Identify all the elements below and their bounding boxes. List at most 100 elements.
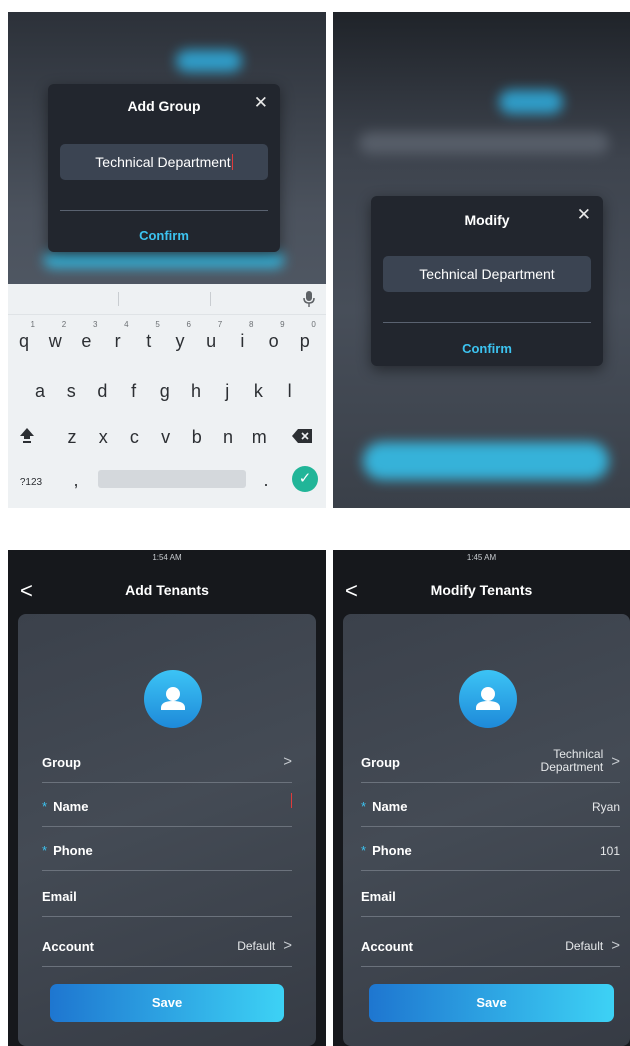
key-j[interactable]: j	[215, 380, 239, 402]
confirm-button[interactable]: Confirm	[48, 228, 280, 243]
name-row[interactable]: * Name Ryan	[361, 782, 620, 827]
chevron-right-icon: >	[283, 753, 292, 770]
page-title: Modify Tenants	[430, 582, 533, 598]
key-k[interactable]: k	[246, 380, 270, 402]
key-h[interactable]: h	[184, 380, 208, 402]
mic-icon[interactable]	[302, 290, 316, 308]
key-f[interactable]: f	[122, 380, 146, 402]
key-number-hint: 0	[311, 320, 316, 329]
name-row[interactable]: * Name	[42, 782, 292, 827]
key-number-hint: 9	[280, 320, 285, 329]
group-name-value: Technical Department	[95, 154, 231, 170]
group-value-line1: Technical	[553, 747, 604, 761]
key-p[interactable]: p0	[293, 321, 317, 352]
key-t[interactable]: t5	[137, 321, 161, 352]
delete-key[interactable]	[288, 426, 316, 448]
save-button[interactable]: Save	[369, 984, 614, 1022]
key-l[interactable]: l	[278, 380, 302, 402]
group-name-input[interactable]: Technical Department	[60, 144, 268, 180]
key-i[interactable]: i8	[230, 321, 254, 352]
group-label: Group	[361, 755, 400, 770]
dialog-divider	[383, 322, 591, 323]
close-icon[interactable]: ✕	[254, 94, 268, 111]
account-value-text: Default	[237, 939, 276, 953]
key-number-hint: 1	[30, 320, 35, 329]
required-asterisk: *	[42, 843, 48, 858]
key-w[interactable]: w2	[43, 321, 67, 352]
email-label: Email	[42, 889, 77, 904]
account-row[interactable]: Account Default >	[361, 922, 620, 967]
account-label: Account	[361, 939, 413, 954]
account-row[interactable]: Account Default >	[42, 922, 292, 967]
key-number-hint: 7	[217, 320, 223, 329]
key-s[interactable]: s	[59, 380, 83, 402]
suggestion-strip	[8, 284, 326, 315]
key-u[interactable]: u7	[199, 321, 223, 352]
phone-label: * Phone	[361, 843, 412, 858]
period-key[interactable]: .	[254, 469, 278, 491]
key-g[interactable]: g	[153, 380, 177, 402]
key-e[interactable]: e3	[74, 321, 98, 352]
text-caret	[231, 154, 233, 170]
chevron-right-icon: >	[611, 752, 620, 770]
key-number-hint: 8	[248, 320, 254, 329]
key-a[interactable]: a	[28, 380, 52, 402]
avatar-person-icon[interactable]	[144, 670, 202, 728]
required-asterisk: *	[361, 799, 367, 814]
key-n[interactable]: n	[216, 426, 240, 448]
key-c[interactable]: c	[122, 426, 146, 448]
phone-row[interactable]: * Phone 101	[361, 826, 620, 871]
required-asterisk: *	[361, 843, 367, 858]
key-x[interactable]: x	[91, 426, 115, 448]
add-tenants-screen: 1:54 AM < Add Tenants Group > * Name * Pho…	[8, 550, 326, 1046]
comma-key[interactable]: ,	[64, 469, 88, 491]
key-number-hint: 6	[186, 320, 191, 329]
close-icon[interactable]: ✕	[577, 206, 591, 223]
key-o[interactable]: o9	[262, 321, 286, 352]
group-row[interactable]: Group Technical Department >	[361, 738, 620, 783]
shift-key[interactable]	[14, 426, 40, 449]
tenant-form-card: Group > * Name * Phone Email Account Defau…	[18, 614, 316, 1046]
avatar-person-icon[interactable]	[459, 670, 517, 728]
account-value: Default >	[565, 937, 620, 954]
key-v[interactable]: v	[154, 426, 178, 448]
key-number-hint: 3	[92, 320, 98, 329]
onscreen-keyboard: q1w2e3 r4t5y6u7i8 o9p0 asdfghjkl zxcvbnm ?…	[8, 284, 326, 508]
phone-value: 101	[599, 844, 620, 858]
key-b[interactable]: b	[185, 426, 209, 448]
save-button[interactable]: Save	[50, 984, 284, 1022]
status-time: 1:54 AM	[152, 553, 182, 562]
dialog-divider	[60, 210, 268, 211]
blurred-tab-highlight	[176, 50, 242, 72]
key-m[interactable]: m	[247, 426, 271, 448]
add-group-dialog: Add Group ✕ Technical Department Confirm	[48, 84, 280, 252]
blurred-save-highlight	[44, 252, 284, 268]
key-y[interactable]: y6	[168, 321, 192, 352]
group-value-line2: Department	[540, 760, 604, 774]
phone-row[interactable]: * Phone	[42, 826, 292, 871]
symbols-key[interactable]: ?123	[14, 472, 48, 494]
text-caret	[291, 793, 292, 808]
group-name-input[interactable]: Technical Department	[383, 256, 591, 292]
key-z[interactable]: z	[60, 426, 84, 448]
email-row[interactable]: Email	[361, 872, 620, 917]
dialog-title: Add Group	[127, 98, 201, 114]
space-bar[interactable]	[98, 470, 246, 488]
group-value: >	[275, 753, 292, 770]
enter-check-icon[interactable]: ✓	[292, 466, 318, 492]
key-d[interactable]: d	[90, 380, 114, 402]
group-row[interactable]: Group >	[42, 738, 292, 783]
key-number-hint: 4	[124, 320, 129, 329]
key-q[interactable]: q1	[12, 321, 36, 352]
key-number-hint: 2	[61, 320, 67, 329]
name-label: * Name	[42, 799, 88, 814]
blurred-group-row	[359, 132, 609, 154]
key-r[interactable]: r4	[106, 321, 130, 352]
email-row[interactable]: Email	[42, 872, 292, 917]
account-value: Default >	[237, 937, 292, 954]
status-time: 1:45 AM	[466, 553, 497, 562]
confirm-button[interactable]: Confirm	[371, 341, 603, 356]
modify-group-screen: Modify ✕ Technical Department Confirm	[333, 12, 630, 508]
group-label: Group	[42, 755, 81, 770]
group-name-value: Technical Department	[419, 266, 555, 282]
